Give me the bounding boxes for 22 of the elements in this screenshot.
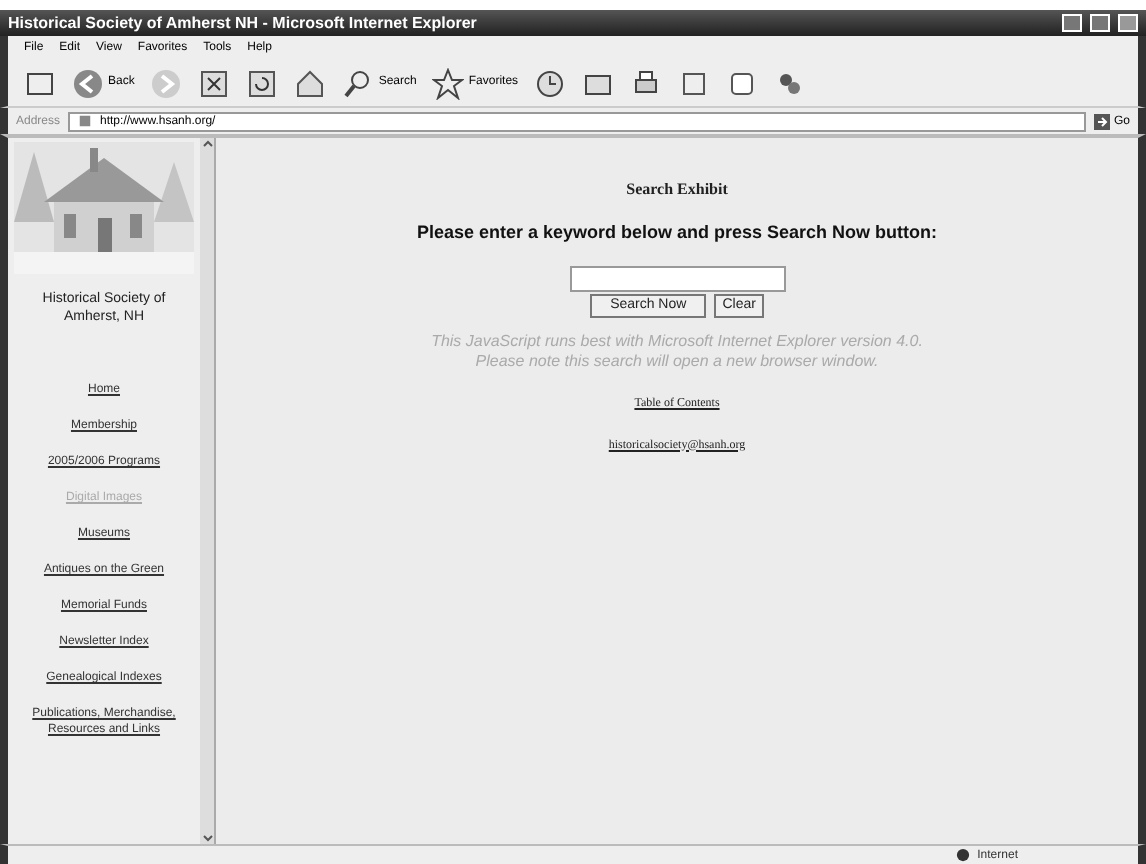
instruction-text: Please enter a keyword below and press Search Now button: — [416, 220, 938, 246]
stop-icon[interactable] — [198, 67, 231, 99]
scrollbar[interactable] — [200, 138, 214, 844]
scroll-up-icon[interactable] — [201, 138, 213, 150]
browser-note: Please note this search will open a new browser window. — [475, 351, 879, 371]
home-icon[interactable] — [294, 67, 327, 99]
search-icon — [342, 67, 375, 99]
globe-icon — [955, 848, 970, 862]
go-icon — [1093, 113, 1110, 129]
minimize-button[interactable] — [1062, 14, 1082, 32]
history-icon[interactable] — [534, 67, 567, 99]
close-button[interactable] — [1118, 14, 1138, 32]
refresh-icon[interactable] — [246, 67, 279, 99]
star-icon — [432, 67, 465, 99]
window-title: Historical Society of Amherst NH - Microsoft Internet Explorer — [8, 15, 477, 31]
back-icon — [72, 67, 104, 99]
page-heading: Search Exhibit — [626, 178, 728, 202]
keyword-field[interactable] — [569, 265, 785, 291]
scroll-down-icon[interactable] — [201, 832, 213, 844]
print-icon[interactable] — [630, 67, 663, 99]
maximize-button[interactable] — [1090, 14, 1110, 32]
browser-note: This JavaScript runs best with Microsoft Internet Explorer version 4.0. — [431, 331, 923, 351]
